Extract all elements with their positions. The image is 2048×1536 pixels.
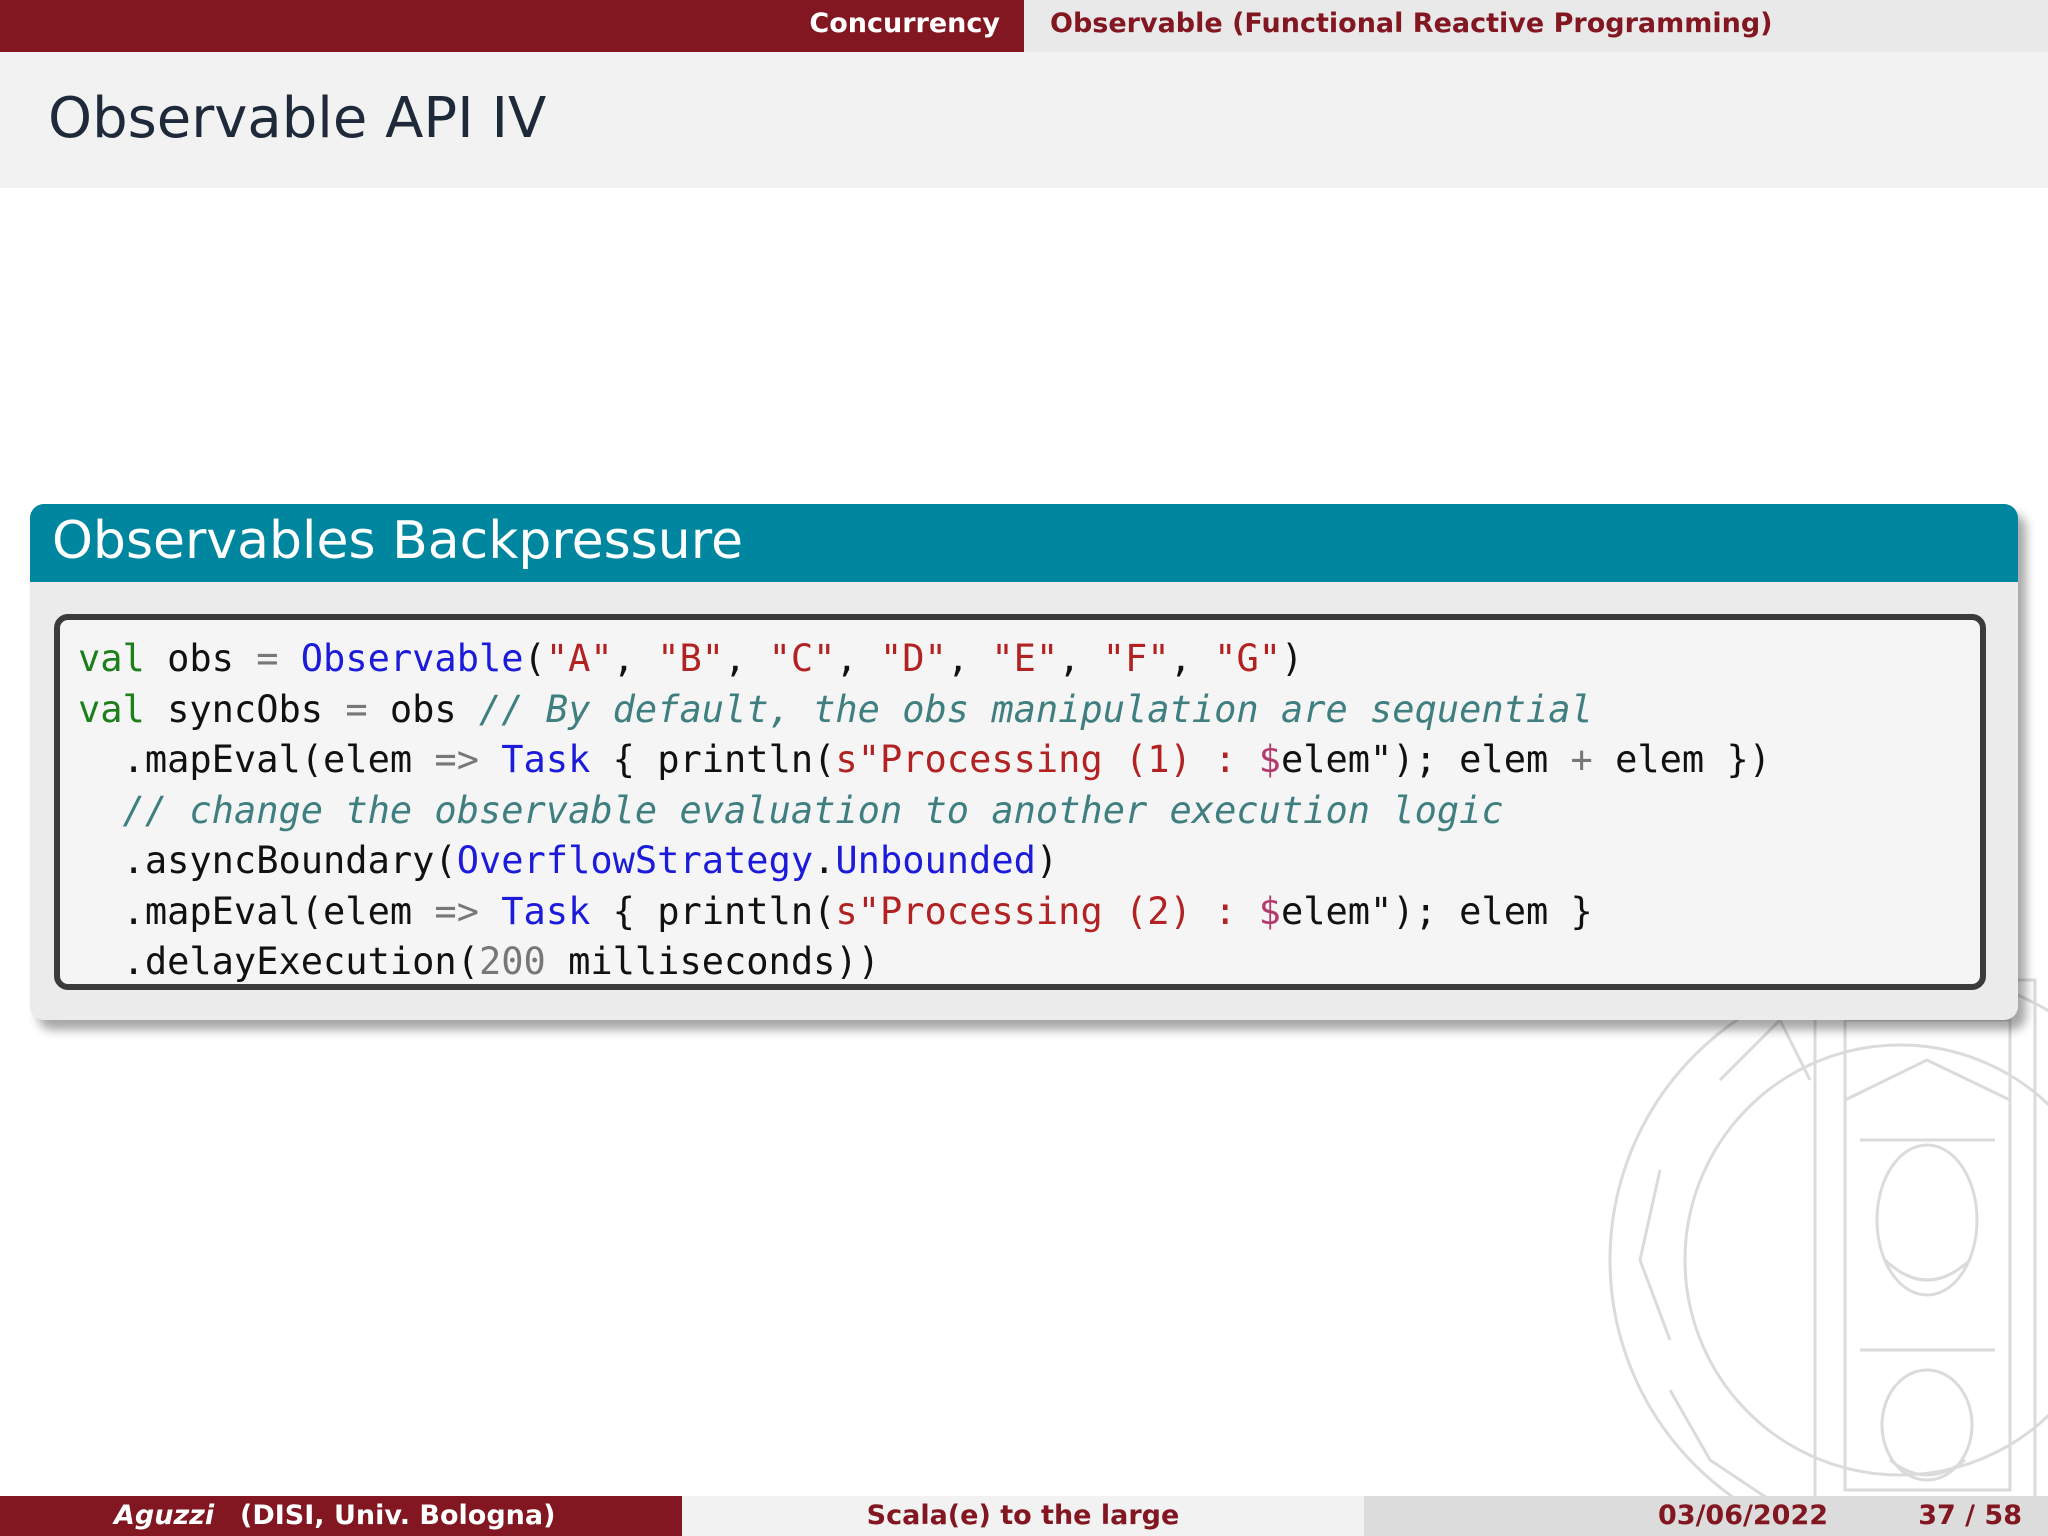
code-token: milliseconds)) — [545, 940, 880, 983]
code-token: ) — [1035, 839, 1059, 882]
code-listing: val obs = Observable("A", "B", "C", "D",… — [78, 634, 1771, 988]
code-token: = — [256, 637, 279, 680]
code-token: obs — [367, 687, 479, 731]
code-token: Unbounded — [835, 839, 1036, 882]
code-token: { println( — [590, 738, 836, 781]
footer-author: Aguzzi — [114, 1500, 215, 1531]
code-token: , — [612, 637, 658, 680]
code-token: "F" — [1102, 637, 1170, 680]
code-token: { println( — [590, 889, 836, 933]
footer-institute: (DISI, Univ. Bologna) — [240, 1500, 556, 1531]
footer-title-area: Scala(e) to the large — [682, 1496, 1364, 1536]
code-token: , — [946, 637, 992, 680]
code-line: .mapEval(elem => Task { println(s"Proces… — [78, 887, 1771, 938]
code-token: = — [345, 687, 368, 731]
code-token: elem"); elem — [1280, 738, 1571, 781]
frame-title: Observable API IV — [48, 86, 547, 151]
code-token: "D" — [880, 637, 947, 680]
nav-section-area: Concurrency — [0, 0, 1024, 52]
code-token: elem"); elem } — [1280, 889, 1593, 933]
code-line: val syncObs = obs // By default, the obs… — [78, 685, 1771, 736]
code-token: "B" — [657, 637, 725, 680]
code-token: syncObs — [144, 687, 346, 731]
code-token: .mapEval(elem — [78, 738, 435, 781]
nav-section-link[interactable]: Concurrency — [809, 0, 1000, 52]
code-token: Task — [501, 738, 591, 781]
footer-talk-title: Scala(e) to the large — [866, 1500, 1180, 1531]
code-token: ) — [1281, 637, 1304, 680]
code-token: + — [1570, 738, 1593, 781]
university-seal-icon — [1608, 968, 2048, 1520]
code-token: "C" — [768, 637, 836, 680]
code-token: 200 — [478, 940, 546, 983]
code-token: "A" — [545, 637, 613, 680]
code-line: val obs = Observable("A", "B", "C", "D",… — [78, 634, 1771, 685]
code-token: $ — [1258, 738, 1281, 781]
code-line: .asyncBoundary(OverflowStrategy.Unbounde… — [78, 836, 1771, 887]
code-token: .asyncBoundary( — [78, 839, 457, 882]
block-observables-backpressure: Observables Backpressure val obs = Obser… — [30, 504, 2018, 1020]
frame-title-bar: Observable API IV — [0, 52, 2048, 188]
code-token: val — [78, 637, 145, 680]
code-token: elem }) — [1592, 738, 1772, 781]
code-token: OverflowStrategy — [456, 839, 814, 882]
code-token: . — [813, 839, 836, 882]
code-listing-frame: val obs = Observable("A", "B", "C", "D",… — [54, 614, 1986, 990]
code-token: // By default, the obs manipulation are … — [478, 687, 1593, 731]
block-title: Observables Backpressure — [52, 511, 743, 571]
code-token: // change the observable evaluation to a… — [122, 788, 1504, 832]
code-token: => — [434, 738, 479, 781]
code-token: $ — [1258, 889, 1281, 933]
block-body: val obs = Observable("A", "B", "C", "D",… — [30, 582, 2018, 1020]
code-token: val — [78, 687, 145, 731]
nav-subsection-area: Observable (Functional Reactive Programm… — [1024, 0, 2048, 52]
code-token: obs — [144, 637, 257, 680]
footer-page-number: 37 / 58 — [1918, 1500, 2022, 1531]
code-token: .delayExecution( — [78, 940, 479, 983]
code-token: , — [1169, 637, 1215, 680]
code-token: "G" — [1214, 637, 1281, 680]
footer-bar: Aguzzi (DISI, Univ. Bologna) Scala(e) to… — [0, 1496, 2048, 1536]
code-token: "E" — [991, 637, 1059, 680]
code-line: .mapEval(elem => Task { println(s"Proces… — [78, 735, 1772, 786]
code-token: s"Processing (1) : — [835, 738, 1259, 781]
code-token: Observable — [300, 637, 524, 680]
code-token: ( — [523, 637, 546, 680]
block-header: Observables Backpressure — [30, 504, 2018, 582]
code-token: Task — [501, 889, 591, 933]
footer-date-area: 03/06/2022 37 / 58 — [1364, 1496, 2048, 1536]
code-token: s"Processing (2) : — [835, 889, 1259, 933]
top-navigation-bar: Concurrency Observable (Functional React… — [0, 0, 2048, 52]
code-line: // change the observable evaluation to a… — [78, 786, 1771, 837]
nav-subsection-link[interactable]: Observable (Functional Reactive Programm… — [1050, 0, 1773, 52]
code-token: => — [434, 889, 479, 933]
code-token: , — [1058, 637, 1103, 680]
code-line: .delayExecution(200 milliseconds)) — [78, 937, 1771, 988]
footer-date: 03/06/2022 — [1658, 1500, 1829, 1531]
code-token: , — [724, 637, 769, 680]
code-token: .mapEval(elem — [78, 889, 435, 933]
footer-author-area: Aguzzi (DISI, Univ. Bologna) — [0, 1496, 682, 1536]
code-token: , — [835, 637, 880, 680]
